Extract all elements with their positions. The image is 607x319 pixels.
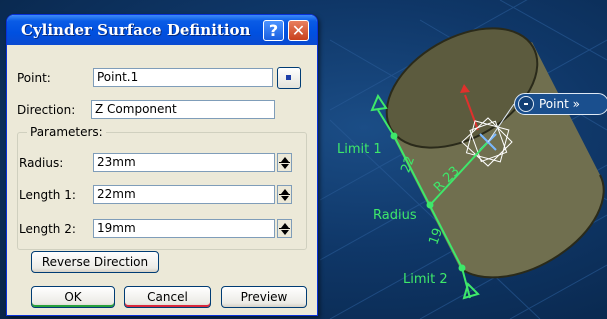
point-label: Point: <box>17 71 51 85</box>
point-badge[interactable]: Point » <box>514 93 607 115</box>
direction-label: Direction: <box>17 103 76 117</box>
direction-field[interactable]: Z Component <box>91 100 275 119</box>
spin-down-icon[interactable] <box>281 230 289 235</box>
length1-input[interactable]: 22mm <box>93 185 275 204</box>
preview-button[interactable]: Preview <box>221 286 307 308</box>
limit1-label[interactable]: Limit 1 <box>337 142 382 157</box>
close-button[interactable]: ✕ <box>288 20 309 41</box>
radius-field-label: Radius: <box>19 156 64 170</box>
point-badge-label: Point <box>539 97 569 111</box>
ok-button[interactable]: OK <box>31 286 115 308</box>
radius-label[interactable]: Radius <box>373 208 417 223</box>
radius-spinner[interactable] <box>277 153 292 172</box>
dialog-title: Cylinder Surface Definition <box>21 21 251 39</box>
parameters-legend: Parameters: <box>27 125 106 139</box>
help-button[interactable]: ? <box>263 20 284 41</box>
expand-chevron-icon: » <box>572 97 580 111</box>
length2-field-label: Length 2: <box>19 222 76 236</box>
limit1-arrow[interactable] <box>370 93 388 112</box>
radius-input[interactable]: 23mm <box>93 153 275 172</box>
point-select-button[interactable] <box>277 67 301 89</box>
reverse-direction-button[interactable]: Reverse Direction <box>31 251 159 273</box>
length2-input[interactable]: 19mm <box>93 219 275 238</box>
point-icon <box>286 75 291 80</box>
spin-down-icon[interactable] <box>281 164 289 169</box>
limit2-label[interactable]: Limit 2 <box>403 272 448 287</box>
length1-field-label: Length 1: <box>19 188 76 202</box>
spin-down-icon[interactable] <box>281 196 289 201</box>
cylinder-surface-dialog: Cylinder Surface Definition ? ✕ Point: P… <box>6 14 318 316</box>
point-field[interactable]: Point.1 <box>93 68 273 87</box>
cancel-button[interactable]: Cancel <box>124 286 211 308</box>
length2-spinner[interactable] <box>277 219 292 238</box>
badge-circle-icon <box>518 96 534 112</box>
dialog-titlebar[interactable]: Cylinder Surface Definition ? ✕ <box>7 15 317 45</box>
length1-spinner[interactable] <box>277 185 292 204</box>
